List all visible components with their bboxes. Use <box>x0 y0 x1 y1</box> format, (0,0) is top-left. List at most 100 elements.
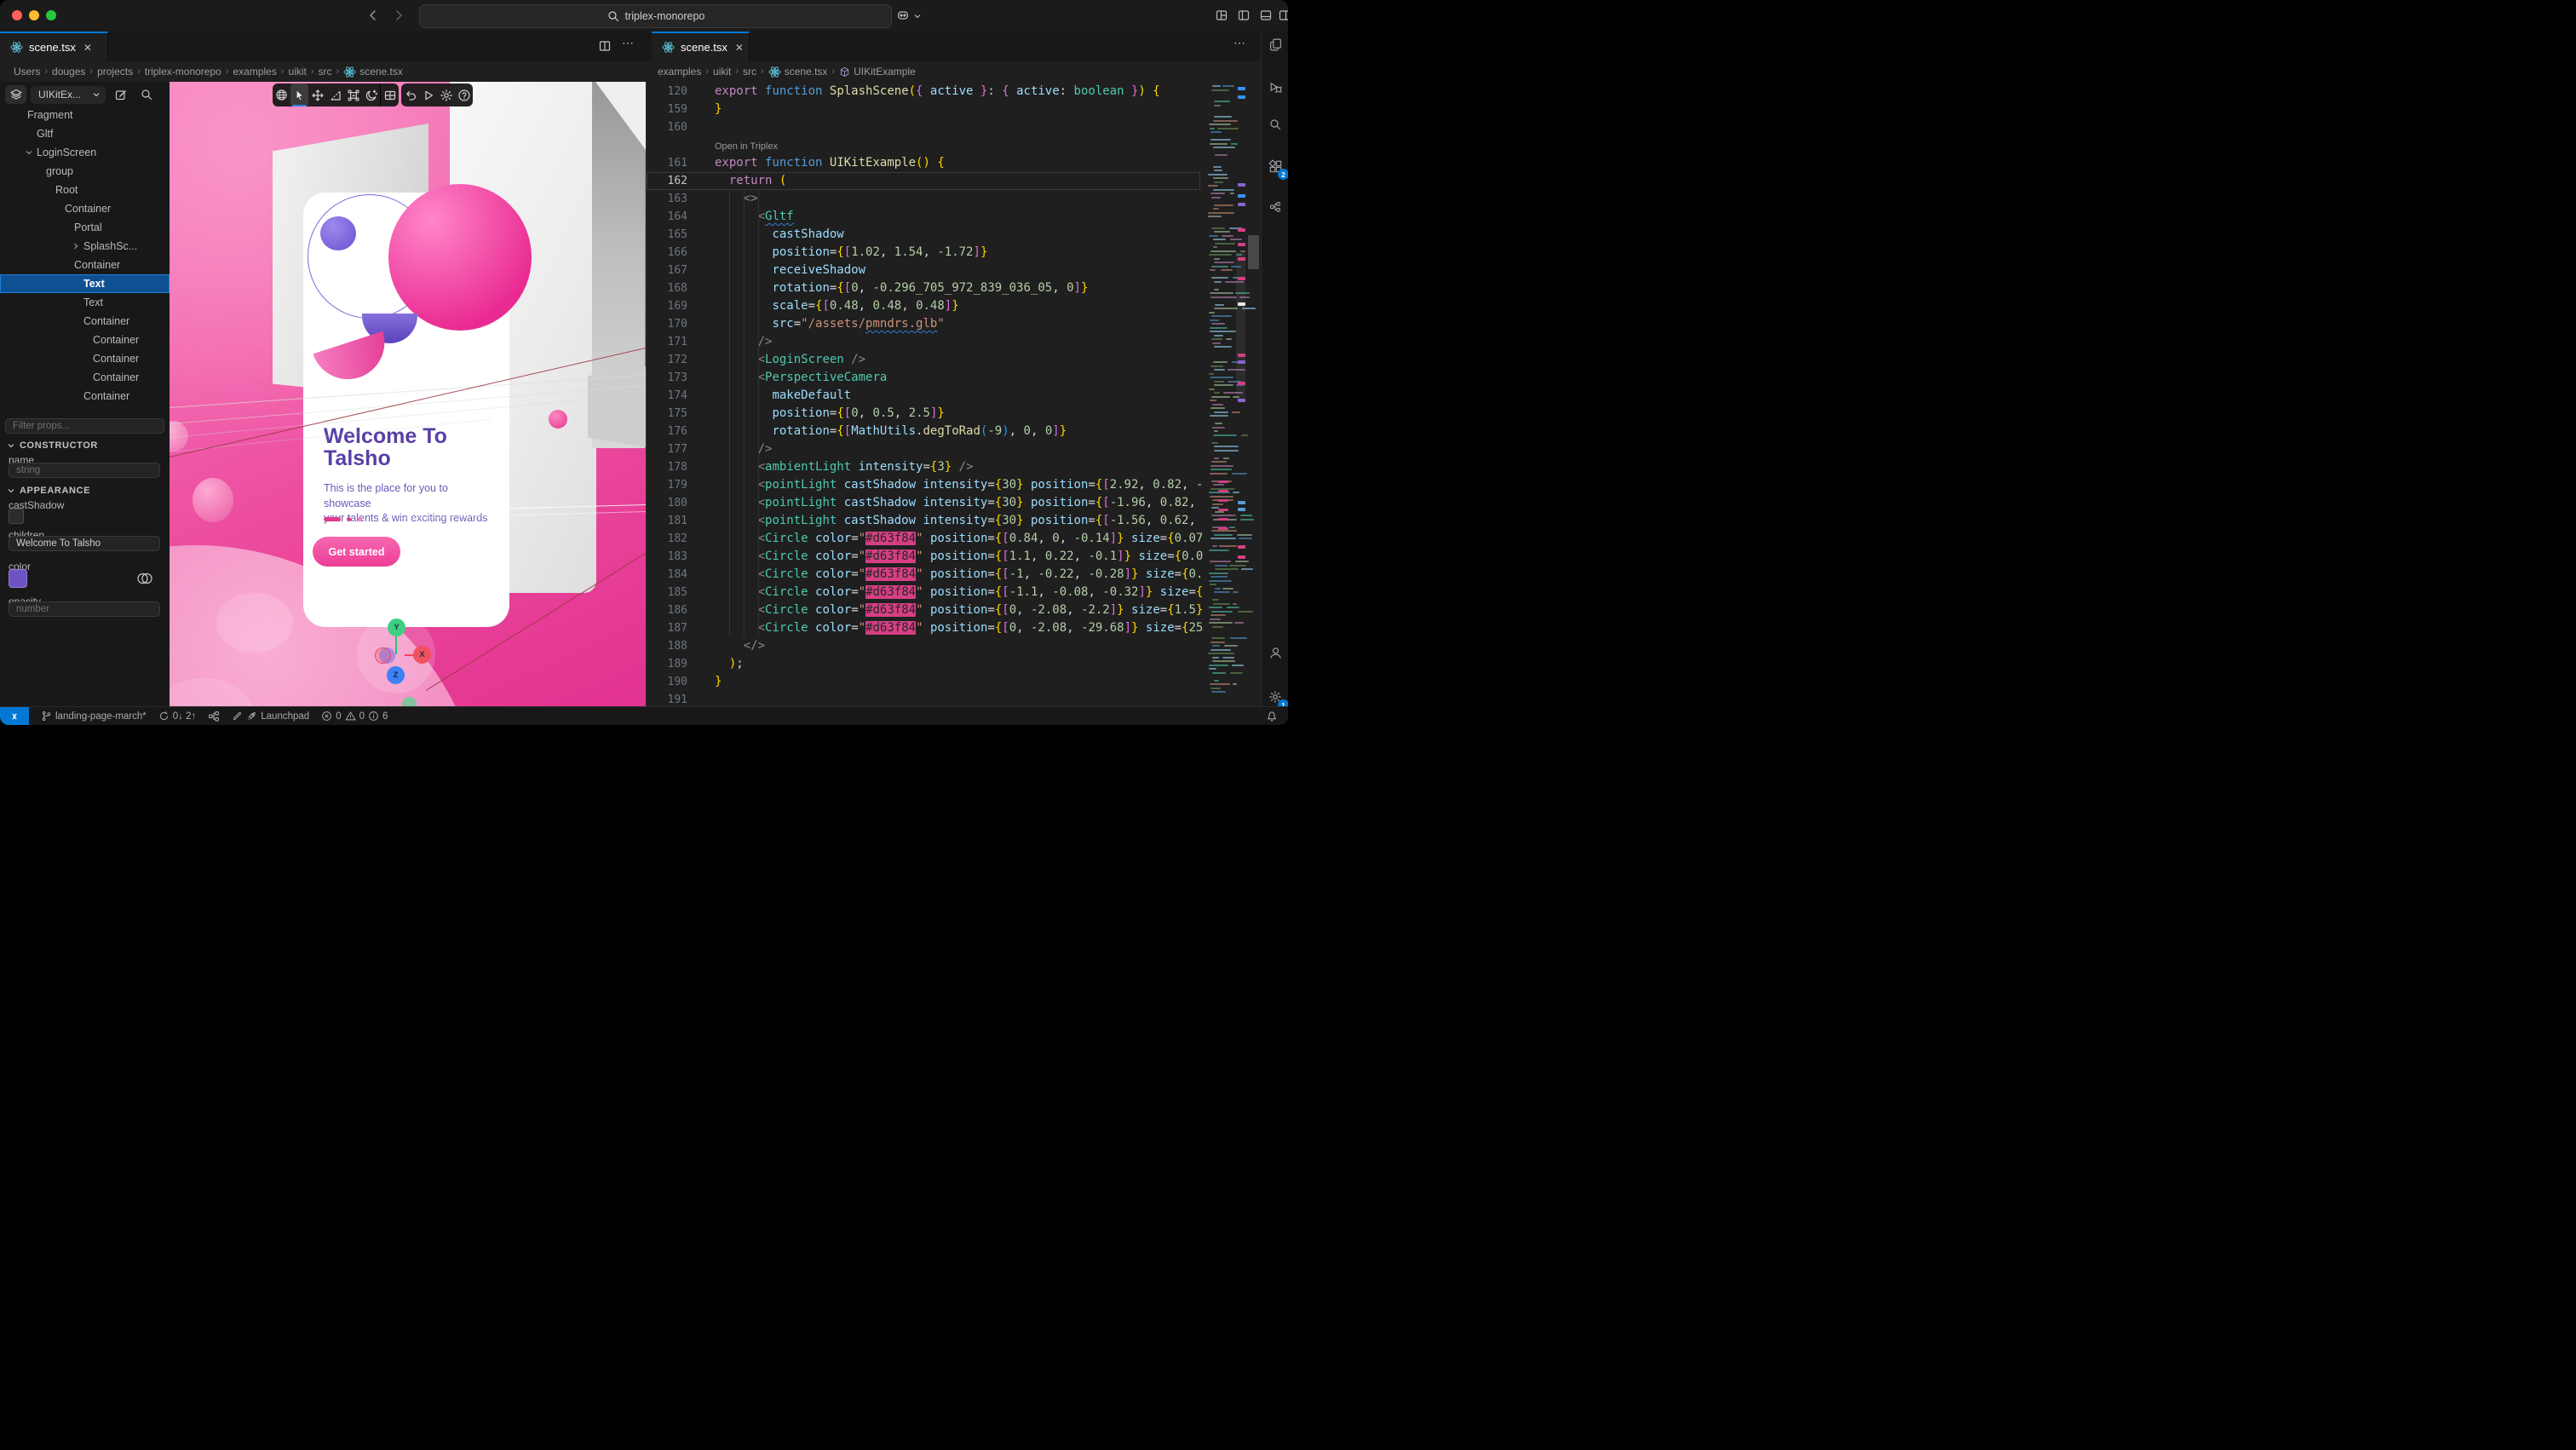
more-actions-button[interactable]: ⋯ <box>622 36 634 50</box>
children-input[interactable]: Welcome To Talsho <box>9 536 160 551</box>
remote-indicator[interactable] <box>0 707 29 726</box>
tree-item-fragment[interactable]: Fragment <box>0 106 170 124</box>
breadcrumb-item[interactable]: examples <box>658 66 701 78</box>
tree-item-container[interactable]: Container <box>0 387 170 406</box>
code-line-189[interactable]: 189 ); <box>647 655 1200 673</box>
traffic-light-zoom[interactable] <box>46 10 56 20</box>
tree-item-gltf[interactable]: Gltf <box>0 124 170 143</box>
tree-item-group[interactable]: group <box>0 162 170 181</box>
get-started-button[interactable]: Get started <box>313 537 400 567</box>
tree-item-text[interactable]: Text <box>0 293 170 312</box>
3d-viewport[interactable]: Welcome ToTalsho This is the place for y… <box>170 82 646 706</box>
tree-item-container[interactable]: Container <box>0 349 170 368</box>
tree-item-splashsc[interactable]: SplashSc... <box>0 237 170 256</box>
z-axis-handle[interactable]: Z <box>387 666 405 684</box>
traffic-light-close[interactable] <box>12 10 22 20</box>
castshadow-checkbox[interactable] <box>9 509 24 524</box>
breadcrumb-item[interactable]: scene.tsx <box>768 66 828 78</box>
customize-layout-button[interactable] <box>1215 9 1228 22</box>
globe-tool-button[interactable] <box>273 83 290 106</box>
breadcrumb-item[interactable]: triplex-monorepo <box>145 66 221 78</box>
breadcrumb-item[interactable]: scene.tsx <box>343 66 403 78</box>
close-icon[interactable]: ✕ <box>82 42 94 54</box>
activitybar-extensions-button[interactable]: 2 <box>1264 155 1286 177</box>
help-tool-button[interactable] <box>455 83 473 106</box>
moon-tool-button[interactable] <box>362 83 380 106</box>
code-line-120[interactable]: 120export function SplashScene({ active … <box>647 83 1200 101</box>
breadcrumb-item[interactable]: examples <box>233 66 276 78</box>
chevron-right-icon[interactable] <box>72 242 80 250</box>
breadcrumb-item[interactable]: douges <box>52 66 85 78</box>
breadcrumb-item[interactable]: src <box>319 66 332 78</box>
activitybar-gear-button[interactable]: 1 <box>1264 686 1286 708</box>
git-branch-item[interactable]: landing-page-march* <box>41 711 147 722</box>
activitybar-debug-button[interactable] <box>1264 76 1286 98</box>
breadcrumb-item[interactable]: uikit <box>289 66 307 78</box>
tree-item-container[interactable]: Container <box>0 331 170 349</box>
chevron-down-icon[interactable] <box>913 12 922 20</box>
tree-item-container[interactable]: Container <box>0 199 170 218</box>
y-axis-handle[interactable]: Y <box>388 619 405 636</box>
breadcrumb-item[interactable]: uikit <box>713 66 731 78</box>
toggle-left-panel-button[interactable] <box>1237 9 1251 22</box>
global-search-input[interactable]: triplex-monorepo <box>419 4 892 28</box>
activitybar-references-button[interactable] <box>1264 196 1286 218</box>
toggle-right-panel-button[interactable] <box>1278 9 1288 22</box>
gear-tool-button[interactable] <box>437 83 455 106</box>
filter-props-input[interactable]: Filter props... <box>5 418 164 434</box>
tab-scene-right[interactable]: scene.tsx ✕ <box>652 32 750 61</box>
copilot-icon[interactable] <box>896 9 910 22</box>
tree-item-loginscreen[interactable]: LoginScreen <box>0 143 170 162</box>
notifications-bell-icon[interactable] <box>1266 711 1278 722</box>
layers-button[interactable] <box>5 85 26 104</box>
transform-tool-button[interactable] <box>344 83 362 106</box>
nav-back-button[interactable] <box>366 9 380 22</box>
activitybar-search-button[interactable] <box>1264 113 1286 135</box>
nav-forward-button[interactable] <box>392 9 405 22</box>
grid-tool-button[interactable] <box>381 83 399 106</box>
code-line-162[interactable]: 162 return ( <box>647 172 1200 190</box>
code-line-188[interactable]: 188 </> <box>647 637 1200 655</box>
pipeline-item[interactable] <box>208 711 220 722</box>
tree-item-container[interactable]: Container <box>0 312 170 331</box>
breadcrumb-item[interactable]: src <box>743 66 756 78</box>
edit-component-button[interactable] <box>114 88 128 101</box>
breadcrumb-item[interactable]: Users <box>14 66 40 78</box>
tree-item-root[interactable]: Root <box>0 181 170 199</box>
play-tool-button[interactable] <box>419 83 437 106</box>
tree-item-portal[interactable]: Portal <box>0 218 170 237</box>
negative-y-handle[interactable] <box>402 697 417 706</box>
breadcrumb-item[interactable]: projects <box>97 66 133 78</box>
code-line-190[interactable]: 190} <box>647 673 1200 691</box>
launchpad-item[interactable]: Launchpad <box>232 711 309 722</box>
move-tool-button[interactable] <box>308 83 326 106</box>
more-actions-button[interactable]: ⋯ <box>1233 36 1245 50</box>
search-scene-button[interactable] <box>140 88 153 101</box>
color-swatch[interactable] <box>9 569 27 588</box>
split-editor-button[interactable] <box>598 39 612 53</box>
code-line-161[interactable]: 161export function UIKitExample() { <box>647 154 1200 172</box>
code-line-160[interactable]: 160 <box>647 118 1200 136</box>
chevron-down-icon[interactable] <box>25 148 33 157</box>
close-icon[interactable]: ✕ <box>733 42 745 54</box>
undo-tool-button[interactable] <box>401 83 419 106</box>
toggle-bottom-panel-button[interactable] <box>1259 9 1273 22</box>
x-axis-handle[interactable]: X <box>413 646 431 664</box>
activitybar-files-button[interactable] <box>1264 33 1286 55</box>
code-lens[interactable]: Open in Triplex <box>647 136 1200 154</box>
scrollbar-thumb[interactable] <box>1248 235 1259 269</box>
traffic-light-minimize[interactable] <box>29 10 39 20</box>
opacity-input[interactable]: number <box>9 601 160 617</box>
tree-item-container[interactable]: Container <box>0 368 170 387</box>
minimap[interactable] <box>1206 82 1236 706</box>
section-appearance[interactable]: APPEARANCE <box>7 486 90 496</box>
section-constructor[interactable]: CONSTRUCTOR <box>7 440 98 451</box>
git-sync-item[interactable]: 0↓ 2↑ <box>158 711 197 722</box>
negative-x-handle[interactable] <box>375 647 391 664</box>
angle-tool-button[interactable] <box>326 83 344 106</box>
name-input[interactable]: string <box>9 463 160 478</box>
code-editor[interactable]: 120export function SplashScene({ active … <box>646 82 1261 706</box>
code-line-159[interactable]: 159} <box>647 101 1200 118</box>
activitybar-account-button[interactable] <box>1264 642 1286 664</box>
breadcrumb-item[interactable]: UIKitExample <box>839 66 916 78</box>
